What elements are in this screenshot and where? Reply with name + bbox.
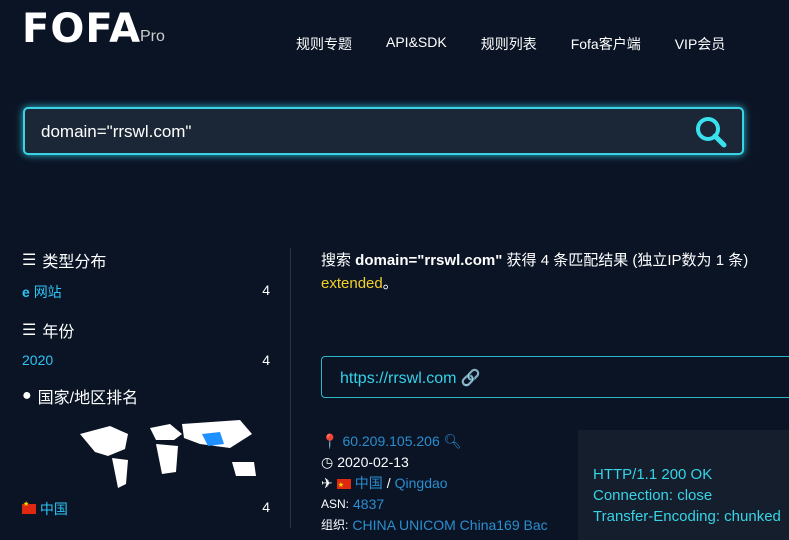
location-row: ✈ 中国 / Qingdao [321,473,548,496]
country-ranking-title: ● 国家/地区排名 [22,387,139,407]
result-meta: 📍 60.209.105.206 🔍︎ ◷ 2020-02-13 ✈ 中国 / … [321,431,548,536]
clock-icon: ◷ [321,454,334,470]
top-nav: 规则专题 API&SDK 规则列表 Fofa客户端 VIP会员 [296,34,725,54]
type-distribution-title: ☰ 类型分布 [22,252,107,271]
city-link[interactable]: Qingdao [395,473,448,494]
country-link[interactable]: 中国 [355,473,383,494]
search-icon[interactable] [694,115,728,149]
logo-sub: Pro [140,28,165,45]
nav-item-rules-list[interactable]: 规则列表 [481,34,537,54]
http-status-line: HTTP/1.1 200 OK [593,466,713,483]
nav-item-client[interactable]: Fofa客户端 [571,34,641,54]
search-small-icon[interactable]: 🔍︎ [444,431,462,452]
result-summary: 搜索 domain="rrswl.com" 获得 4 条匹配结果 (独立IP数为… [321,252,749,292]
logo-text: FOFA [22,6,142,52]
nav-item-rules-topic[interactable]: 规则专题 [296,34,352,54]
result-url-box: https://rrswl.com 🔗 [321,356,789,398]
nav-item-api-sdk[interactable]: API&SDK [386,34,447,54]
country-item-china[interactable]: 中国 4 [22,499,270,519]
asn-row: ASN: 4837 [321,494,548,515]
list-icon: ☰ [22,322,37,339]
extended-link[interactable]: extended [321,275,383,292]
http-connection-line: Connection: close [593,487,713,504]
china-flag-icon [22,500,36,514]
date-row: ◷ 2020-02-13 [321,452,548,473]
year-item-2020[interactable]: 2020 4 [22,352,270,368]
org-link[interactable]: CHINA UNICOM China169 Bac [352,515,547,536]
globe-icon: ● [22,387,32,404]
ip-link[interactable]: 60.209.105.206 [342,431,439,452]
world-map [80,420,256,488]
china-flag-icon [336,475,351,496]
http-encoding-line: Transfer-Encoding: chunked [593,508,781,525]
link-icon: 🔗 [460,370,481,387]
list-icon: ☰ [22,252,37,269]
type-item-website[interactable]: e 网站 4 [22,282,270,302]
ip-row: 📍 60.209.105.206 🔍︎ [321,431,548,452]
nav-item-vip[interactable]: VIP会员 [675,34,726,54]
summary-query: domain="rrswl.com" [355,252,503,269]
year-title: ☰ 年份 [22,322,75,341]
asn-link[interactable]: 4837 [353,494,384,515]
sidebar: ☰ 类型分布 e 网站 4 ☰ 年份 2020 4 ● 国家/地区排名 中国 4 [22,248,270,519]
plane-icon: ✈ [321,475,333,491]
search-bar [23,107,744,155]
search-input[interactable] [39,121,683,143]
org-row: 组织: CHINA UNICOM China169 Bac [321,515,548,536]
http-header-panel: HTTP/1.1 200 OK Connection: close Transf… [578,430,789,540]
ie-icon: e [22,284,30,300]
divider [290,248,291,528]
result-url-link[interactable]: https://rrswl.com 🔗 [340,368,481,388]
map-pin-icon: 📍 [321,433,339,449]
